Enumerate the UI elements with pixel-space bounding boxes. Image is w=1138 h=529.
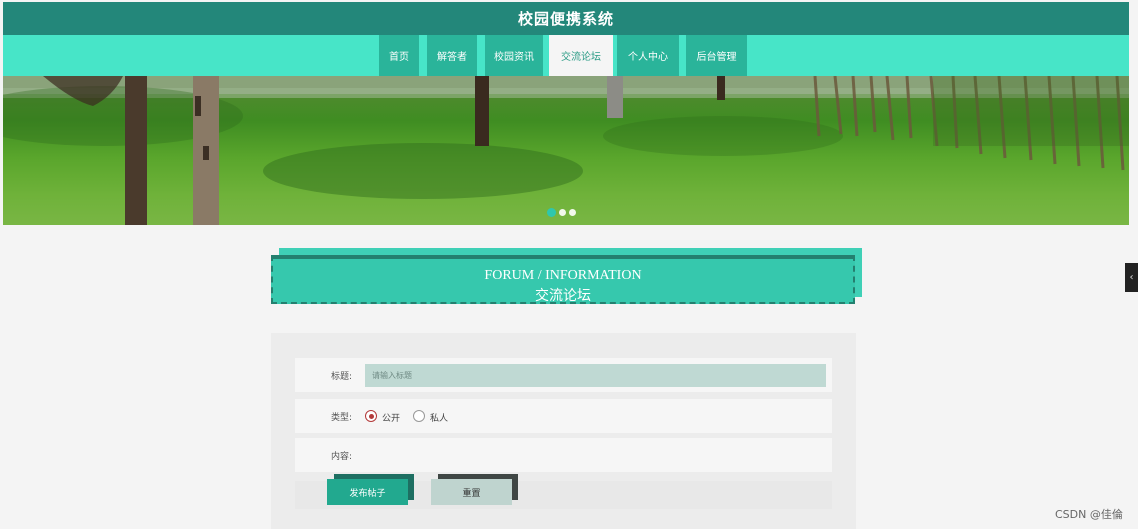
submit-post-button[interactable]: 发布帖子 xyxy=(327,479,408,505)
type-public-label[interactable]: 公开 xyxy=(382,411,400,424)
carousel-dot-2[interactable] xyxy=(559,209,566,216)
type-private-radio[interactable] xyxy=(413,410,425,422)
type-label: 类型: xyxy=(331,413,353,423)
type-row: 类型: 公开 私人 xyxy=(295,399,832,433)
carousel-dot-1[interactable] xyxy=(547,208,556,217)
side-collapse-tab[interactable]: ‹ xyxy=(1125,263,1138,292)
section-heading: FORUM / INFORMATION 交流论坛 xyxy=(271,255,855,304)
top-header: 校园便携系统 xyxy=(3,2,1129,35)
title-row: 标题: xyxy=(295,358,832,392)
nav-item-campus-news[interactable]: 校园资讯 xyxy=(485,35,543,76)
section-title-en: FORUM / INFORMATION xyxy=(484,268,642,283)
content-row: 内容: xyxy=(295,438,832,472)
main-nav: 首页 解答者 校园资讯 交流论坛 个人中心 后台管理 xyxy=(3,35,1129,76)
type-private-label[interactable]: 私人 xyxy=(430,411,448,424)
nav-item-home[interactable]: 首页 xyxy=(379,35,419,76)
carousel-dot-3[interactable] xyxy=(569,209,576,216)
site-title: 校园便携系统 xyxy=(517,10,614,28)
type-public-radio[interactable] xyxy=(365,410,377,422)
banner-image xyxy=(3,76,1129,225)
section-title-cn: 交流论坛 xyxy=(535,288,591,304)
nav-item-answerers[interactable]: 解答者 xyxy=(427,35,477,76)
nav-item-admin[interactable]: 后台管理 xyxy=(686,35,747,76)
nav-item-forum[interactable]: 交流论坛 xyxy=(549,35,613,76)
watermark: CSDN @佳倫 xyxy=(1055,508,1123,521)
reset-button[interactable]: 重置 xyxy=(431,479,512,505)
nav-item-personal-center[interactable]: 个人中心 xyxy=(617,35,679,76)
title-label: 标题: xyxy=(331,372,353,382)
carousel-dots xyxy=(547,208,576,217)
banner-carousel[interactable] xyxy=(3,76,1129,225)
chevron-left-icon: ‹ xyxy=(1129,272,1134,283)
post-form: 标题: 类型: 公开 私人 内容: 发布帖子 重置 xyxy=(271,333,856,529)
content-label: 内容: xyxy=(331,452,353,462)
title-input[interactable] xyxy=(365,364,826,387)
